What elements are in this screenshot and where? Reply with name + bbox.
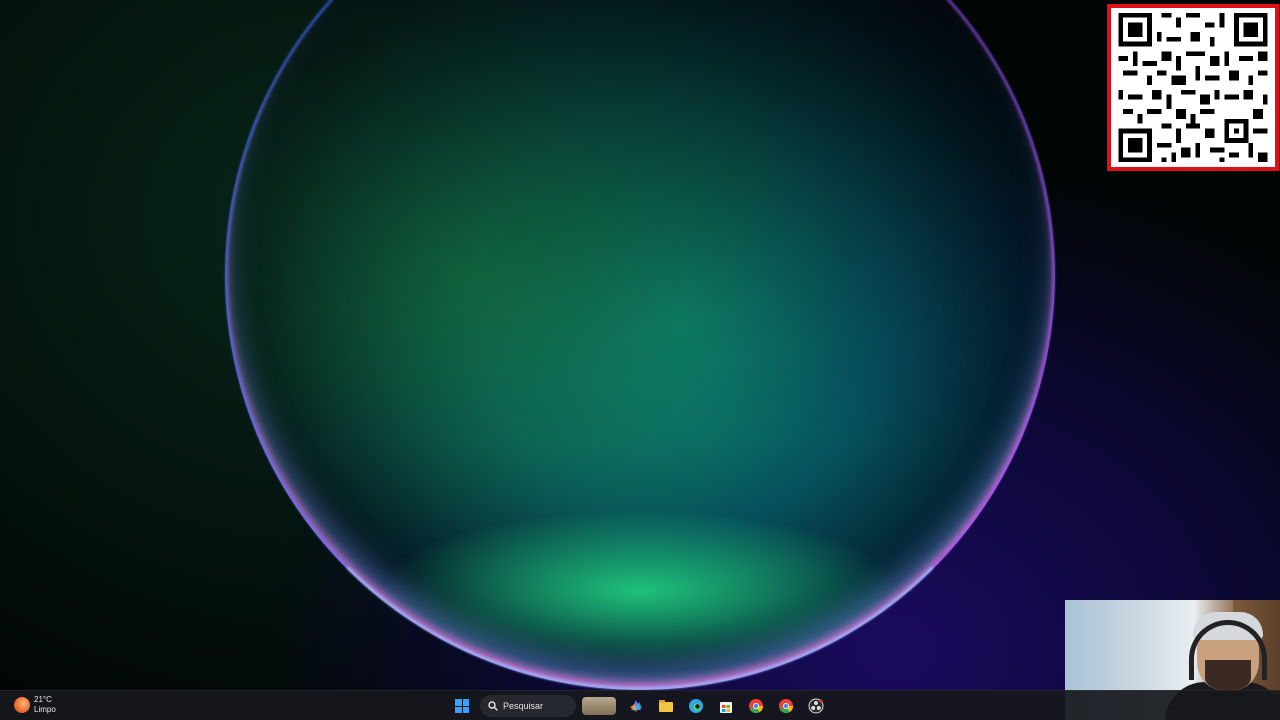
search-highlight-image[interactable] bbox=[582, 697, 616, 715]
taskbar-app-edge[interactable] bbox=[684, 694, 708, 718]
taskbar-app-store[interactable] bbox=[714, 694, 738, 718]
qr-code-overlay bbox=[1107, 4, 1279, 171]
microsoft-store-icon bbox=[720, 702, 732, 713]
qr-code-image bbox=[1113, 8, 1273, 167]
search-icon bbox=[488, 701, 498, 711]
weather-widget[interactable]: 21°C Limpo bbox=[14, 695, 56, 715]
taskbar-app-file-explorer[interactable] bbox=[654, 694, 678, 718]
taskbar-app-chrome-2[interactable] bbox=[774, 694, 798, 718]
taskbar-center: Pesquisar bbox=[450, 693, 828, 719]
search-box[interactable]: Pesquisar bbox=[480, 695, 576, 717]
weather-clear-night-icon bbox=[14, 697, 30, 713]
edge-icon bbox=[689, 699, 703, 713]
taskbar-app-chrome[interactable] bbox=[744, 694, 768, 718]
chrome-icon bbox=[779, 699, 794, 714]
obs-icon bbox=[808, 698, 824, 714]
weather-temperature: 21°C bbox=[34, 695, 52, 704]
start-button[interactable] bbox=[450, 694, 474, 718]
taskbar-app-copilot[interactable] bbox=[624, 694, 648, 718]
weather-condition: Limpo bbox=[34, 705, 56, 714]
taskbar-app-obs[interactable] bbox=[804, 694, 828, 718]
taskbar: 21°C Limpo Pesquisar bbox=[0, 690, 1280, 720]
search-label: Pesquisar bbox=[503, 701, 544, 711]
copilot-icon bbox=[630, 700, 642, 712]
chrome-icon bbox=[749, 699, 764, 714]
file-explorer-icon bbox=[659, 700, 673, 712]
wallpaper-bloom-rim bbox=[225, 0, 1055, 690]
windows-logo-icon bbox=[455, 699, 469, 713]
